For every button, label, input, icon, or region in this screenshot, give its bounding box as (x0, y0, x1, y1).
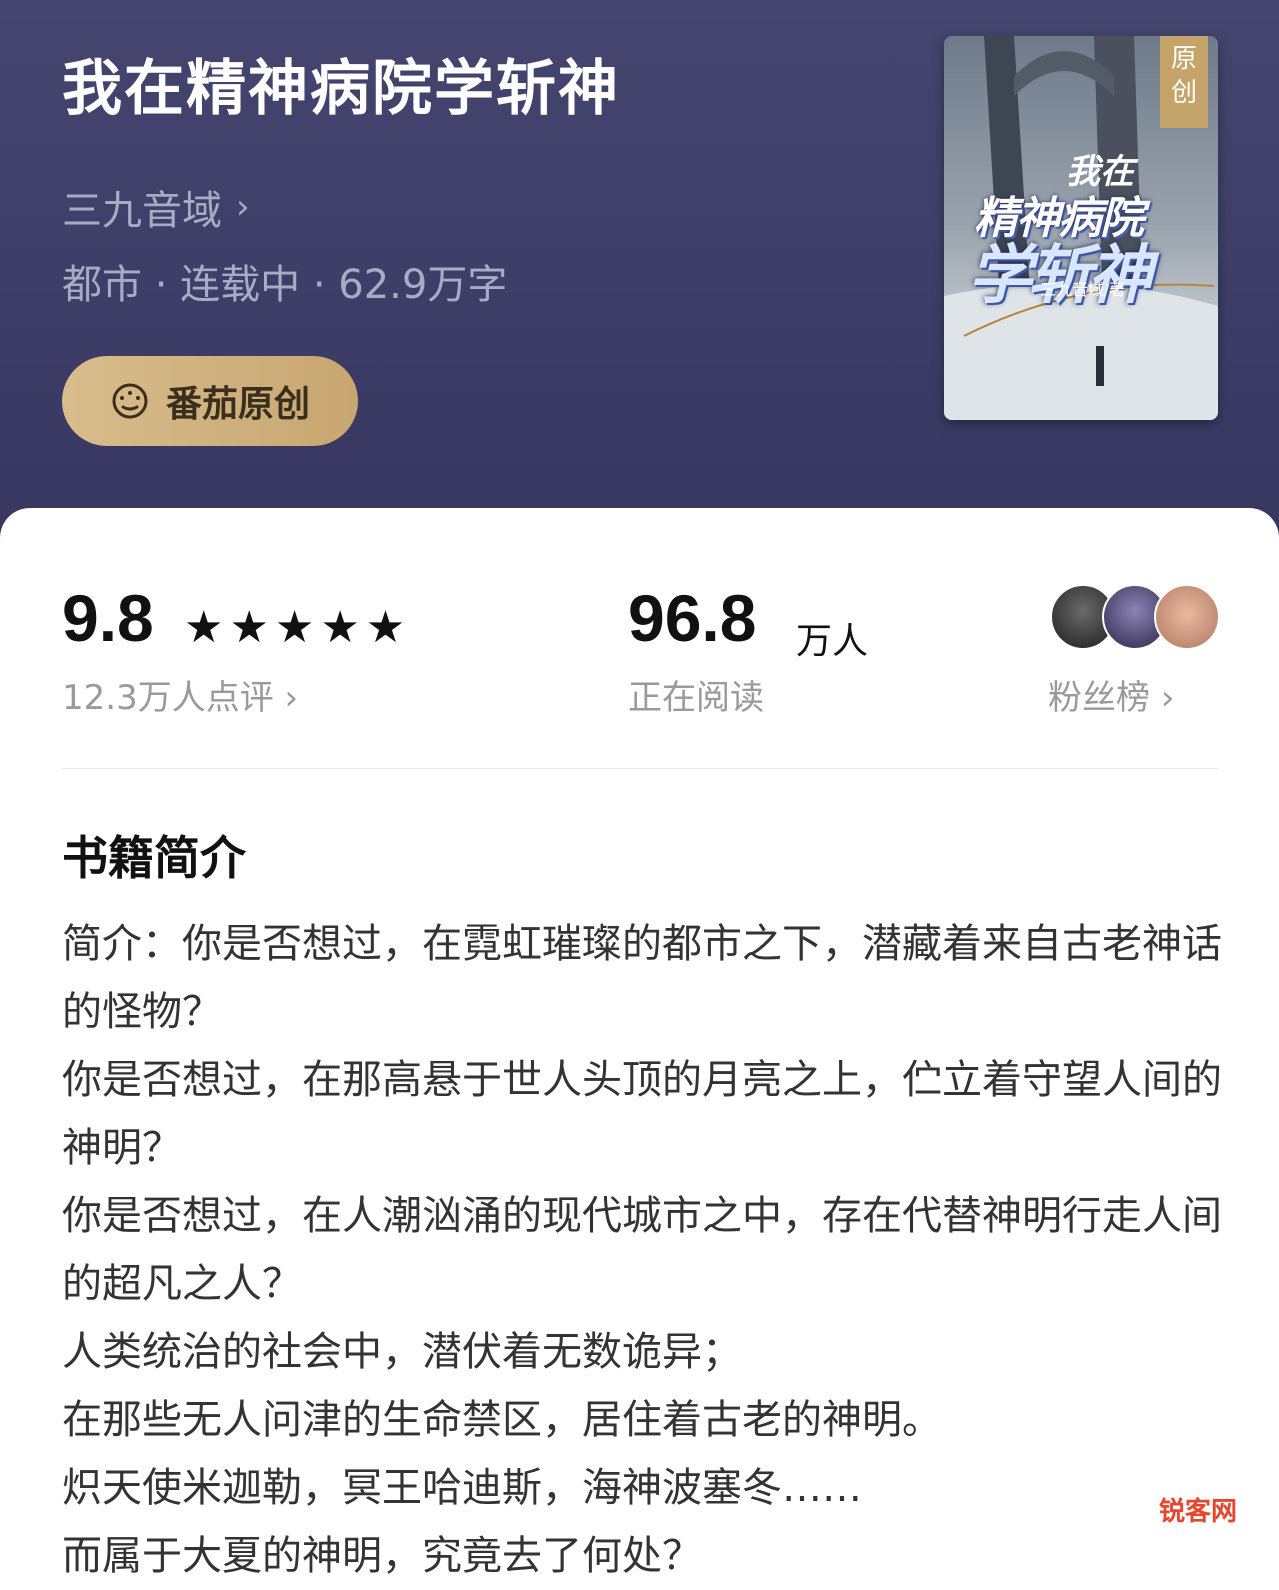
reviews-count: 12.3万人点评 (62, 678, 274, 718)
intro-line: 你是否想过，在人潮汹涌的现代城市之中，存在代替神明行走人间的超凡之人？ (62, 1193, 1222, 1307)
fanqie-original-badge[interactable]: 番茄原创 (62, 356, 358, 446)
watermark: 锐客网 (1158, 1497, 1237, 1527)
divider (62, 768, 1218, 769)
intro-line: 人类统治的社会中，潜伏着无数诡异； (62, 1329, 742, 1375)
book-header: 我在精神病院学斩神 三九音域 › 都市 · 连载中 · 62.9万字 番茄原创 (0, 0, 1279, 560)
readers-label: 正在阅读 (628, 678, 764, 718)
reviews-link[interactable]: 12.3万人点评 › (62, 670, 298, 719)
intro-text: 简介：你是否想过，在霓虹璀璨的都市之下，潜藏着来自古老神话的怪物？ 你是否想过，… (62, 910, 1222, 1590)
intro-line: 炽天使米迦勒，冥王哈迪斯，海神波塞冬…… (62, 1465, 862, 1511)
chevron-right-icon: › (284, 678, 299, 718)
fans-label: 粉丝榜 (1048, 678, 1150, 718)
avatar (1154, 584, 1220, 650)
intro-line: 简介：你是否想过，在霓虹璀璨的都市之下，潜藏着来自古老神话的怪物？ (62, 921, 1222, 1035)
readers-unit: 万人 (796, 621, 869, 662)
original-tag: 原创 (1160, 36, 1208, 128)
rating-score: 9.8 (62, 581, 154, 655)
intro-line: 你是否想过，在那高悬于世人头顶的月亮之上，伫立着守望人间的神明？ (62, 1057, 1222, 1171)
fans-avatars[interactable] (1050, 584, 1220, 650)
author-link[interactable]: 三九音域 › (62, 178, 250, 236)
cover-title-line3: 学斩神 (968, 239, 1152, 313)
author-name: 三九音域 (62, 188, 222, 234)
book-title: 我在精神病院学斩神 (62, 54, 620, 124)
intro-line: 而属于大夏的神明，究竟去了何处？ (62, 1533, 702, 1579)
intro-heading: 书籍简介 (62, 831, 246, 885)
book-cover[interactable]: 我在 精神病院 学斩神 三九音域/著 原创 (944, 36, 1218, 420)
fans-rank-link[interactable]: 粉丝榜 › (1048, 670, 1174, 719)
rating-stars: ★★★★★ (184, 602, 412, 653)
chevron-right-icon: › (236, 187, 250, 227)
intro-line: 在那些无人问津的生命禁区，居住着古老的神明。 (62, 1397, 942, 1443)
readers-count: 96.8 (628, 581, 757, 655)
cover-author: 三九音域/著 (1040, 280, 1126, 299)
chevron-right-icon: › (1160, 678, 1175, 718)
badge-label: 番茄原创 (165, 384, 310, 425)
book-meta: 都市 · 连载中 · 62.9万字 (62, 262, 508, 308)
gauge-icon (112, 383, 148, 419)
